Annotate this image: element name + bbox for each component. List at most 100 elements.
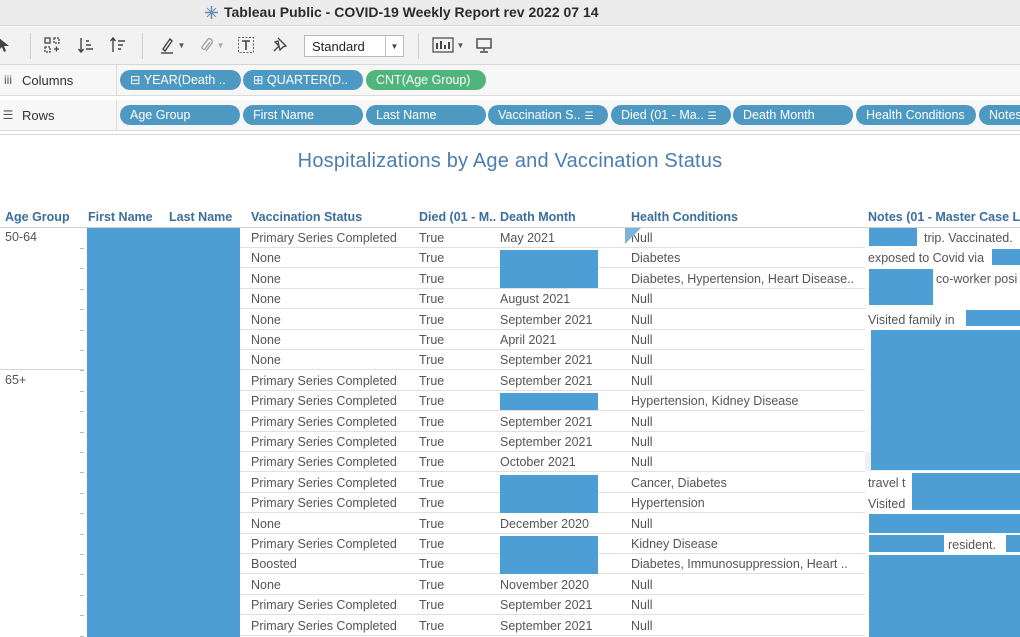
header-notes[interactable]: Notes (01 - Master Case Lis [868,210,1020,224]
redacted-note [869,228,917,246]
collapse-icon: ⊟ [130,73,141,87]
table-row[interactable]: Primary Series Completed True October 2021… [240,452,1020,472]
header-first-name[interactable]: First Name [88,210,166,224]
row-pill-death-month[interactable]: Death Month [733,105,853,125]
highlight-tool-icon[interactable]: ▼ [156,35,188,55]
row-pill-first-name[interactable]: First Name [243,105,363,125]
group-members-icon[interactable] [42,35,62,55]
row-pill-notes[interactable]: Notes [979,105,1020,125]
cell-health-conditions: Null [631,415,653,429]
redacted-note [992,249,1020,265]
cell-death-month: August 2021 [500,292,571,306]
redacted-note [1006,535,1020,552]
note-text: resident. [948,538,996,552]
cell-health-conditions: Hypertension, Kidney Disease [631,394,799,408]
chevron-down-icon: ▼ [456,40,465,50]
toolbar-separator [30,33,31,59]
cell-died: True [419,619,445,633]
title-bar: Tableau Public - COVID-19 Weekly Report … [0,0,1020,26]
pin-icon[interactable] [270,35,290,55]
cell-health-conditions: Null [631,333,653,347]
cell-vaccination-status: None [251,578,281,592]
table-row[interactable]: Primary Series Completed True September 20… [240,616,865,636]
row-tick [80,268,84,269]
cell-selection-marker [625,228,641,244]
row-pill-age-group[interactable]: Age Group [120,105,240,125]
table-row[interactable]: Primary Series Completed True September 20… [240,432,865,452]
table-row[interactable]: None True September 2021 Null [240,310,865,330]
cell-died: True [419,435,445,449]
cell-death-month: April 2021 [500,333,557,347]
sort-ascending-icon[interactable] [76,35,96,55]
show-me-icon[interactable]: ▼ [430,35,466,55]
columns-shelf: iii Columns ⊟ YEAR(Death .. ⊞ QUARTER(D.… [0,65,1020,96]
window-title: Tableau Public - COVID-19 Weekly Report … [224,4,599,20]
cell-vaccination-status: Primary Series Completed [251,435,397,449]
column-pill-year[interactable]: ⊟ YEAR(Death .. [120,70,241,90]
column-pill-quarter[interactable]: ⊞ QUARTER(D.. [243,70,363,90]
cell-vaccination-status: Primary Series Completed [251,415,397,429]
header-died[interactable]: Died (01 - M.. [419,210,499,224]
row-tick [80,248,84,249]
toolbar-separator [142,33,143,59]
cell-died: True [419,251,445,265]
row-pill-died[interactable]: Died (01 - Ma.. ☰ [611,105,731,125]
table-row[interactable]: None True December 2020 Null [240,514,865,534]
cell-vaccination-status: Primary Series Completed [251,374,397,388]
sort-descending-icon[interactable] [108,35,128,55]
cell-health-conditions: Null [631,578,653,592]
table-row[interactable]: None True September 2021 Null [240,350,865,370]
row-pill-vaccination-status[interactable]: Vaccination S.. ☰ [488,105,608,125]
row-pill-health-conditions[interactable]: Health Conditions [856,105,976,125]
age-group-65-plus[interactable]: 65+ [5,373,26,387]
cell-died: True [419,557,445,571]
cell-died: True [419,537,445,551]
redacted-cell [500,393,598,410]
rows-icon: ☰ [2,108,14,122]
sort-descending-icon: ☰ [707,111,717,122]
cell-died: True [419,313,445,327]
cell-died: True [419,272,445,286]
table-row[interactable]: None True August 2021 Null [240,289,865,309]
row-tick [80,350,84,351]
table-row[interactable]: Primary Series Completed True May 2021 Null [240,228,865,248]
redacted-note [869,535,944,552]
header-health-conditions[interactable]: Health Conditions [631,210,861,224]
cell-death-month: October 2021 [500,455,576,469]
paperclip-icon[interactable]: ▼ [196,35,228,55]
cell-died: True [419,415,445,429]
header-last-name[interactable]: Last Name [169,210,239,224]
cell-vaccination-status: None [251,292,281,306]
cell-vaccination-status: Primary Series Completed [251,619,397,633]
cell-death-month: September 2021 [500,415,593,429]
cell-died: True [419,578,445,592]
row-tick [80,574,84,575]
table-row[interactable]: Primary Series Completed True September 20… [240,412,865,432]
header-vaccination-status[interactable]: Vaccination Status [251,210,411,224]
redacted-cell [500,475,598,513]
table-row[interactable]: Primary Series Completed True September 20… [240,595,865,615]
cell-vaccination-status: Primary Series Completed [251,537,397,551]
fit-mode-select[interactable]: Standard ▼ [304,35,404,57]
text-label-icon[interactable] [236,35,256,55]
column-pill-count[interactable]: CNT(Age Group) [366,70,486,90]
row-tick [80,432,84,433]
cell-vaccination-status: Primary Series Completed [251,394,397,408]
presentation-mode-icon[interactable] [474,35,494,55]
table-row[interactable]: Primary Series Completed True September 20… [240,371,865,391]
table-row[interactable]: None True April 2021 Null [240,330,865,350]
cell-death-month: September 2021 [500,313,593,327]
select-tool-icon[interactable] [0,35,12,55]
cell-died: True [419,333,445,347]
header-death-month[interactable]: Death Month [500,210,620,224]
redacted-note [869,514,1020,533]
cell-death-month: May 2021 [500,231,555,245]
age-group-50-64[interactable]: 50-64 [5,230,37,244]
cell-vaccination-status: None [251,251,281,265]
cell-died: True [419,598,445,612]
row-pill-last-name[interactable]: Last Name [366,105,486,125]
header-age-group[interactable]: Age Group [5,210,85,224]
cell-death-month: September 2021 [500,435,593,449]
worksheet-view: Hospitalizations by Age and Vaccination … [0,134,1020,637]
table-row[interactable]: None True November 2020 Null [240,575,865,595]
